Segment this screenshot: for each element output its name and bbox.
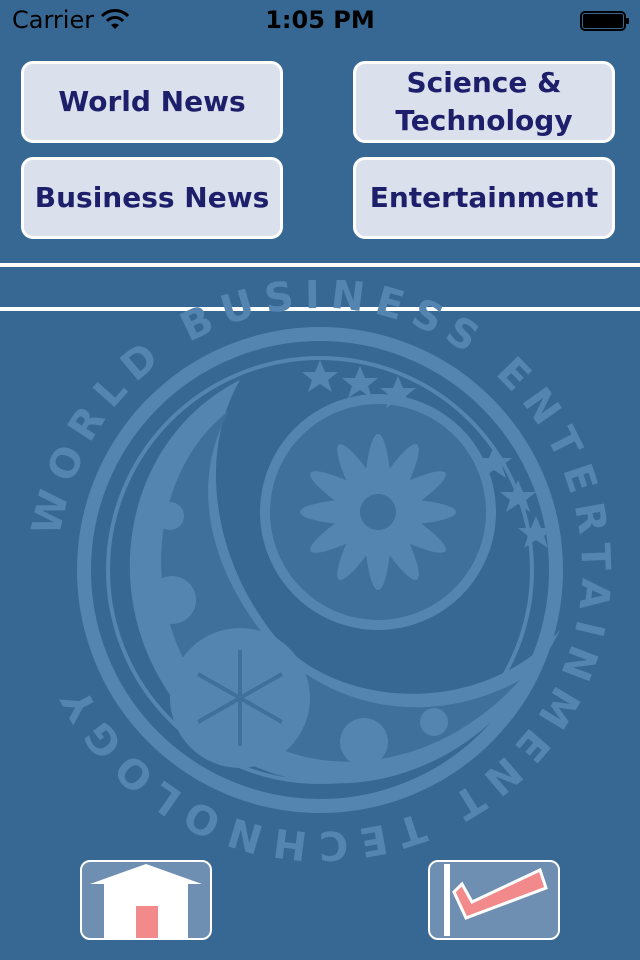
status-time: 1:05 PM [265, 6, 375, 34]
checkmark-icon [444, 864, 548, 936]
science-technology-label-line1: Science & [406, 66, 562, 99]
entertainment-button[interactable]: Entertainment [353, 157, 615, 239]
home-button[interactable] [80, 860, 212, 940]
divider-top [0, 263, 640, 267]
science-technology-button[interactable]: Science & Technology [353, 61, 615, 143]
business-news-label: Business News [34, 181, 270, 214]
science-technology-label: Science & Technology [395, 64, 572, 140]
world-news-button[interactable]: World News [21, 61, 283, 143]
emblem-logo: WORLD BUSINESS ENTERTAINMENT TECHNOLOGY [24, 280, 609, 868]
status-bar: Carrier 1:05 PM [0, 0, 640, 40]
business-news-button[interactable]: Business News [21, 157, 283, 239]
home-icon [90, 864, 202, 938]
science-technology-label-line2: Technology [395, 104, 573, 137]
check-button[interactable] [428, 860, 560, 940]
world-news-label: World News [58, 85, 246, 118]
battery-icon [580, 11, 629, 31]
entertainment-label: Entertainment [369, 181, 599, 214]
